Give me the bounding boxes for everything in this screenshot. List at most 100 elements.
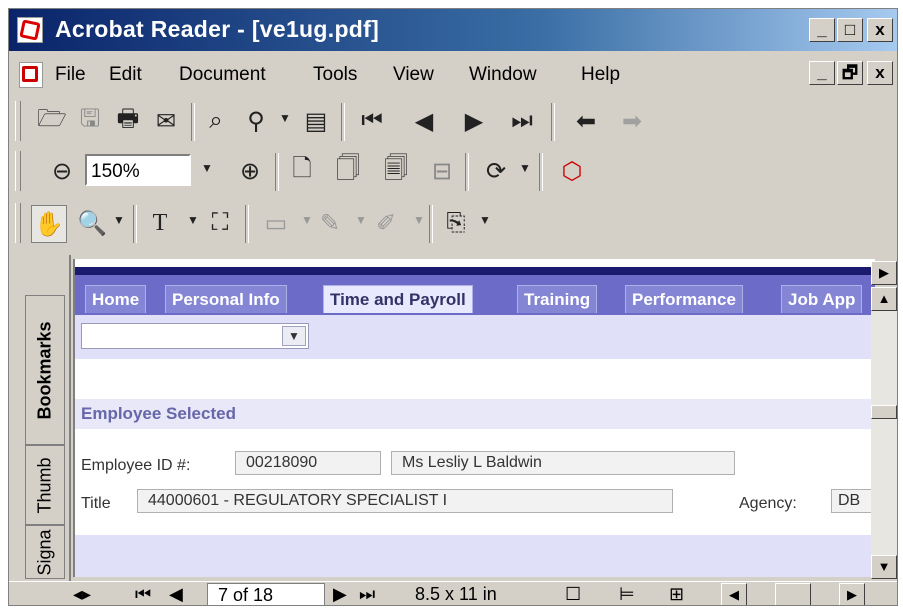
page-select[interactable]: ▼ xyxy=(81,323,309,349)
last-page-icon[interactable]: ⏭ xyxy=(505,103,539,139)
footer-band xyxy=(75,535,875,577)
menu-document[interactable]: Document xyxy=(179,64,266,86)
close-button[interactable]: x xyxy=(867,18,893,42)
graphics-select-icon[interactable]: ⛶ xyxy=(203,205,237,241)
previous-page-icon[interactable]: ◀ xyxy=(169,584,183,605)
next-page-icon[interactable]: ▶ xyxy=(333,584,347,605)
tab-signatures[interactable]: Signa xyxy=(25,525,65,579)
menu-tools[interactable]: Tools xyxy=(313,64,357,86)
separator xyxy=(465,153,469,191)
chevron-down-icon[interactable]: ▼ xyxy=(413,213,425,227)
first-page-icon[interactable]: ⏮ xyxy=(355,103,389,139)
split-handle-icon[interactable]: ◂▸ xyxy=(73,584,91,605)
chevron-down-icon[interactable]: ▼ xyxy=(479,213,491,227)
doc-close-button[interactable]: x xyxy=(867,61,893,85)
section-title: Employee Selected xyxy=(75,399,875,429)
actual-size-icon[interactable]: 🗋 xyxy=(285,153,319,189)
employee-id-field[interactable]: 00218090 xyxy=(235,451,381,475)
text-select-icon[interactable]: T xyxy=(143,205,177,241)
title-field[interactable]: 44000601 - REGULATORY SPECIALIST I xyxy=(137,489,673,513)
single-page-icon[interactable]: ☐ xyxy=(565,584,581,605)
previous-page-icon[interactable]: ◀ xyxy=(407,103,441,139)
scroll-right-icon[interactable]: ▶ xyxy=(839,583,865,605)
zoom-in-icon[interactable]: ⊕ xyxy=(233,153,267,189)
menu-window[interactable]: Window xyxy=(469,64,537,86)
find-icon[interactable]: ⌕ xyxy=(199,103,233,139)
scroll-thumb[interactable] xyxy=(871,405,897,419)
facing-icon[interactable]: ⊞ xyxy=(669,584,684,605)
chevron-down-icon[interactable]: ▼ xyxy=(282,326,306,346)
horizontal-scroll-thumb[interactable] xyxy=(775,583,811,605)
chevron-down-icon[interactable]: ▼ xyxy=(355,213,367,227)
separator xyxy=(429,205,433,243)
doc-restore-button[interactable]: 🗗 xyxy=(837,61,863,85)
reflow-icon[interactable]: ⊟ xyxy=(425,153,459,189)
document-icon[interactable] xyxy=(19,62,43,88)
chevron-down-icon[interactable]: ▼ xyxy=(519,161,531,175)
doc-minimize-button[interactable]: _ xyxy=(809,61,835,85)
scroll-left-icon[interactable]: ◀ xyxy=(721,583,747,605)
fit-page-icon[interactable]: 🗍 xyxy=(331,153,365,189)
tab-personal-info[interactable]: Personal Info xyxy=(165,285,287,313)
status-bar: ◂▸ ⏮ ◀ 7 of 18 ▶ ⏭ 8.5 x 11 in ☐ ⊨ ⊞ ◀ ▶ xyxy=(9,581,897,605)
email-icon[interactable]: ✉ xyxy=(149,103,183,139)
acrobat-app-icon[interactable] xyxy=(17,17,43,43)
chevron-down-icon[interactable]: ▼ xyxy=(187,213,199,227)
show-hide-nav-icon[interactable]: ▤ xyxy=(299,103,333,139)
toolbar-grip[interactable] xyxy=(15,203,21,243)
employee-name-field[interactable]: Ms Lesliy L Baldwin xyxy=(391,451,735,475)
first-page-icon[interactable]: ⏮ xyxy=(135,584,151,605)
agency-field[interactable]: DB xyxy=(831,489,875,513)
open-folder-icon[interactable]: 🗁 xyxy=(35,103,69,139)
highlight-tool-icon[interactable]: ✐ xyxy=(369,205,403,241)
continuous-icon[interactable]: ⊨ xyxy=(619,584,635,605)
minimize-button[interactable]: _ xyxy=(809,18,835,42)
fit-width-icon[interactable]: 🗐 xyxy=(379,153,413,189)
pdf-page[interactable]: Home Personal Info Time and Payroll Trai… xyxy=(73,259,875,577)
menu-file[interactable]: File xyxy=(55,64,86,86)
separator xyxy=(133,205,137,243)
back-icon[interactable]: ⬅ xyxy=(569,103,603,139)
search-icon[interactable]: ⚲ xyxy=(239,103,273,139)
tab-bookmarks[interactable]: Bookmarks xyxy=(25,295,65,445)
hand-tool-icon[interactable]: ✋ xyxy=(31,205,67,243)
toolbar-grip[interactable] xyxy=(15,101,21,141)
menu-view[interactable]: View xyxy=(393,64,434,86)
tab-performance[interactable]: Performance xyxy=(625,285,743,313)
stamp-tool-icon[interactable]: ⎘ xyxy=(439,205,473,241)
chevron-down-icon[interactable]: ▼ xyxy=(113,213,125,227)
last-page-icon[interactable]: ⏭ xyxy=(359,584,375,605)
separator xyxy=(191,103,195,141)
signatures-tab-label: Signa xyxy=(34,528,55,576)
zoom-input[interactable]: 150% xyxy=(85,154,191,186)
tab-home[interactable]: Home xyxy=(85,285,147,313)
scroll-down-icon[interactable]: ▼ xyxy=(871,555,897,579)
tab-time-and-payroll[interactable]: Time and Payroll xyxy=(323,285,473,313)
toolbar-grip[interactable] xyxy=(15,151,21,191)
vertical-scrollbar[interactable]: ▲ ▼ xyxy=(871,287,897,579)
title-label: Title xyxy=(81,495,111,512)
pencil-tool-icon[interactable]: ✎ xyxy=(313,205,347,241)
rotate-icon[interactable]: ⟳ xyxy=(479,153,513,189)
scroll-up-icon[interactable]: ▲ xyxy=(871,287,897,311)
menu-edit[interactable]: Edit xyxy=(109,64,142,86)
zoom-tool-icon[interactable]: 🔍 xyxy=(75,205,109,241)
forward-icon[interactable]: ➡ xyxy=(615,103,649,139)
save-icon[interactable]: 🖫 xyxy=(73,103,107,139)
scroll-right-top-icon[interactable]: ▶ xyxy=(871,261,897,285)
print-icon[interactable]: 🖶 xyxy=(111,103,145,139)
zoom-dropdown-icon[interactable]: ▼ xyxy=(201,161,213,175)
maximize-button[interactable]: □ xyxy=(837,18,863,42)
next-page-icon[interactable]: ▶ xyxy=(457,103,491,139)
page-number-field[interactable]: 7 of 18 xyxy=(207,583,325,605)
chevron-down-icon[interactable]: ▼ xyxy=(301,213,313,227)
acrobat-online-icon[interactable]: ⬡ xyxy=(555,153,589,189)
chevron-down-icon[interactable]: ▼ xyxy=(279,111,291,125)
separator xyxy=(551,103,555,141)
tab-training[interactable]: Training xyxy=(517,285,598,313)
zoom-out-icon[interactable]: ⊖ xyxy=(45,153,79,189)
menu-help[interactable]: Help xyxy=(581,64,620,86)
tab-job-app[interactable]: Job App xyxy=(781,285,863,313)
note-tool-icon[interactable]: ▭ xyxy=(259,205,293,241)
tab-thumbnails[interactable]: Thumb xyxy=(25,445,65,525)
